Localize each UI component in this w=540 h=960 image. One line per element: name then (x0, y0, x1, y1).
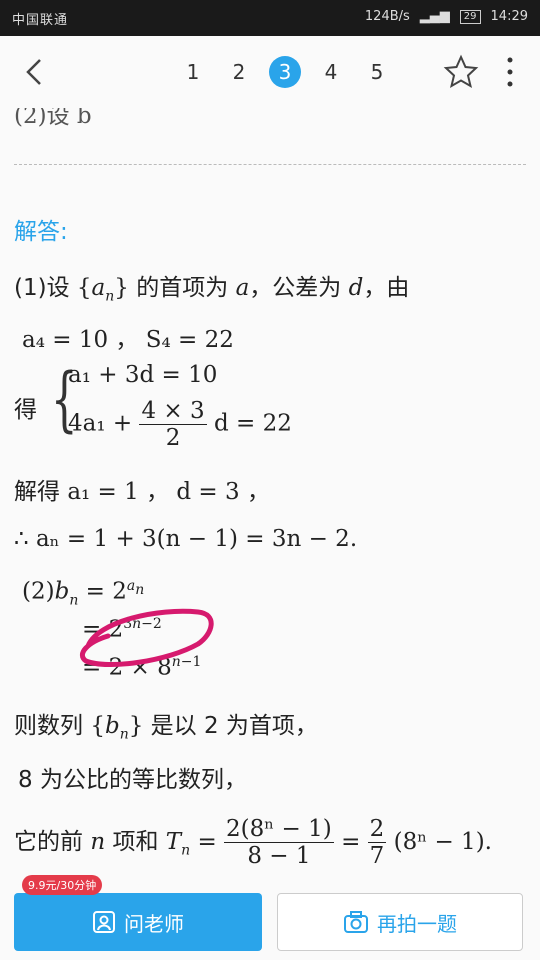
promo-badge: 9.9元/30分钟 (22, 875, 103, 895)
more-options-icon[interactable] (500, 54, 520, 90)
answer-label: 解答: (14, 219, 68, 245)
part2-line1: (2)bn = 2an (22, 578, 145, 609)
sequence-statement: 则数列 {bn} 是以 2 为首项， (14, 713, 318, 743)
status-bar: 中国联通 124B/s ▂▄▆ 29 14:29 (0, 0, 540, 36)
page-tab-3[interactable]: 3 (262, 54, 308, 90)
solve-result: 解得 a₁ = 1 ， d = 3 ， (14, 479, 270, 505)
system-label: 得 (14, 397, 37, 423)
teacher-icon (93, 911, 115, 933)
clock-time: 14:29 (490, 9, 528, 24)
page-tabs: 1 2 3 4 5 (170, 54, 400, 90)
page-tab-1[interactable]: 1 (170, 54, 216, 90)
camera-icon (344, 911, 368, 933)
battery-level: 29 (459, 9, 481, 24)
bottom-action-bar: 问老师 9.9元/30分钟 再拍一题 (0, 875, 540, 960)
top-navigation: 1 2 3 4 5 (0, 36, 540, 108)
solution-content: (2)设 b 解答: (1)设 {an} 的首项为 a，公差为 d，由 a₄ =… (0, 108, 540, 883)
network-speed: 124B/s (364, 9, 410, 24)
page-tab-4[interactable]: 4 (308, 54, 354, 90)
carrier-name: 中国联通 (12, 13, 69, 28)
dashed-divider (14, 164, 526, 165)
page-tab-5[interactable]: 5 (354, 54, 400, 90)
handwritten-circle-mark (79, 608, 214, 668)
back-icon[interactable] (18, 54, 52, 90)
truncated-question-line: (2)设 b (14, 108, 92, 129)
part1-intro: (1)设 {an} 的首项为 a，公差为 d，由 (14, 275, 410, 305)
given-equations: a₄ = 10 ， S₄ = 22 (22, 327, 234, 353)
page-tab-2[interactable]: 2 (216, 54, 262, 90)
general-term: ∴ aₙ = 1 + 3(n − 1) = 3n − 2. (14, 526, 358, 552)
retake-photo-button[interactable]: 再拍一题 (277, 893, 523, 951)
common-ratio-statement: 8 为公比的等比数列， (18, 767, 247, 793)
system-eq1: a₁ + 3d = 10 (68, 362, 218, 388)
ask-teacher-button[interactable]: 问老师 (14, 893, 262, 951)
signal-icon: ▂▄▆ (419, 9, 450, 24)
system-eq2: 4a₁ + 4 × 32 d = 22 (68, 398, 292, 451)
favorite-star-icon[interactable] (442, 54, 480, 90)
status-icons: 124B/s ▂▄▆ 29 14:29 (365, 9, 528, 24)
sum-formula: 它的前 n 项和 Tn = 2(8ⁿ − 1) 8 − 1 = 27 (8ⁿ − … (14, 816, 492, 869)
